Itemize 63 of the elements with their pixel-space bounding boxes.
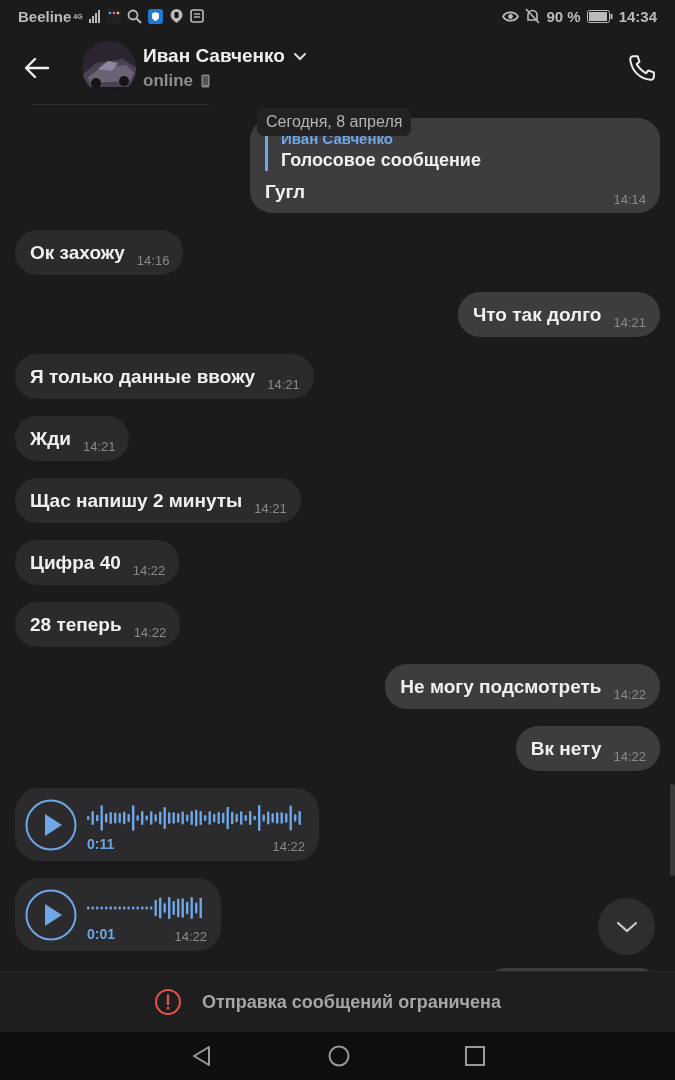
scroll-thumb[interactable] [670, 784, 675, 876]
play-button[interactable] [25, 799, 77, 851]
message-text: Что так долго [472, 303, 602, 327]
back-nav-button[interactable] [190, 1045, 213, 1067]
voice-message[interactable]: 0:01 14:22 [15, 878, 221, 951]
message-time: 14:22 [613, 750, 646, 764]
message-time: 14:14 [613, 193, 646, 207]
phone-device-icon [201, 74, 211, 88]
voice-message[interactable]: 0:11 14:22 [15, 788, 319, 861]
search-icon [126, 8, 142, 24]
message-time: 14:22 [174, 930, 207, 944]
carrier-name: Beeline [18, 7, 72, 25]
message-bubble[interactable]: Ок захожу 14:16 [15, 230, 184, 275]
message-text: 28 теперь [30, 613, 122, 637]
recents-nav-button[interactable] [464, 1046, 485, 1066]
muted-bell-icon [525, 8, 541, 24]
message-bubble[interactable]: Я только данные ввожу 14:21 [15, 354, 314, 399]
message-text: Ок захожу [30, 241, 125, 265]
phone-icon [627, 53, 657, 83]
message-time: 14:22 [133, 626, 167, 640]
battery-percent: 90 % [546, 7, 581, 25]
message-time: 14:21 [82, 440, 116, 454]
message-bubble[interactable]: Что так долго 14:21 [457, 292, 660, 337]
home-nav-button[interactable] [327, 1045, 350, 1067]
message-time: 14:21 [613, 316, 646, 330]
message-time: 14:22 [272, 840, 305, 854]
chevron-down-icon [614, 919, 639, 934]
date-label: Сегодня, 8 апреля [257, 108, 412, 136]
message-time: 14:22 [132, 564, 166, 578]
message-bubble[interactable]: 28 теперь 14:22 [15, 602, 181, 647]
online-status: online [143, 71, 194, 91]
message-text: Я только данные ввожу [30, 365, 256, 389]
clock: 14:34 [618, 7, 657, 25]
battery-icon [586, 9, 613, 23]
app-dots-icon [106, 9, 121, 23]
chevron-down-icon[interactable] [292, 51, 307, 61]
warning-icon [154, 988, 183, 1016]
contact-name[interactable]: Иван Савченко [143, 45, 285, 67]
eye-icon [502, 9, 520, 23]
voice-duration: 0:11 [87, 836, 115, 852]
play-button[interactable] [25, 889, 77, 941]
message-bubble[interactable]: Жди 14:21 [15, 416, 130, 461]
message-icon [189, 9, 204, 23]
signal-icon [88, 9, 101, 23]
restriction-notice: Отправка сообщений ограничена [202, 991, 501, 1013]
message-text: Жди [30, 427, 71, 451]
pin-icon [168, 8, 184, 24]
message-bubble[interactable]: Не могу подсмотреть 14:22 [385, 664, 660, 709]
message-time: 14:21 [254, 502, 287, 516]
message-bubble[interactable]: Вк нету 14:22 [515, 726, 660, 771]
message-time: 14:21 [267, 378, 300, 392]
message-time: 14:22 [613, 688, 646, 702]
message-text: Гугл [265, 180, 306, 204]
message-text: Не могу подсмотреть [400, 675, 602, 699]
voice-duration: 0:01 [87, 926, 116, 942]
back-arrow-icon [24, 57, 50, 79]
shield-icon [147, 8, 163, 24]
message-text: Вк нету [530, 737, 602, 761]
message-bubble[interactable]: Щас напишу 2 минуты 14:21 [15, 478, 301, 523]
message-bubble[interactable]: Цифра 40 14:22 [15, 540, 180, 585]
message-text: Цифра 40 [30, 551, 121, 575]
message-time: 14:16 [136, 254, 170, 268]
message-text: Щас напишу 2 минуты [30, 489, 243, 513]
